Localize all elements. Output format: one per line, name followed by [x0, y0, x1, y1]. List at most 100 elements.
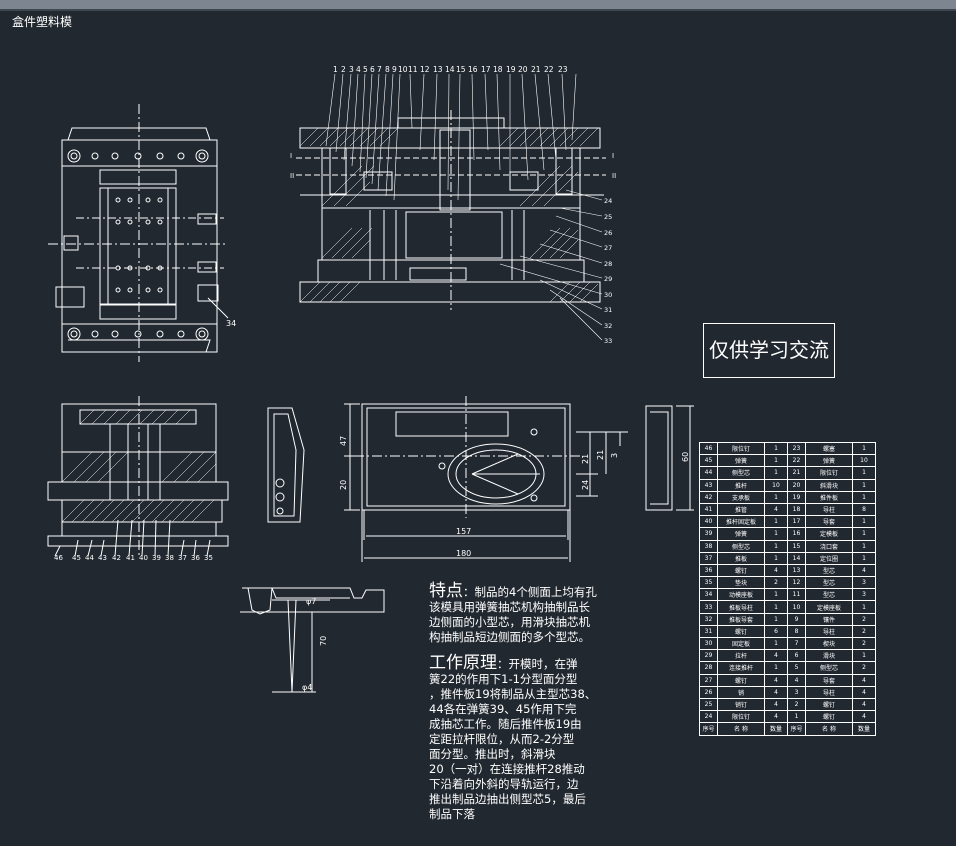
bom-cell: 4: [764, 710, 788, 724]
bom-cell: 34: [699, 588, 718, 602]
bom-cell: 定模座板: [805, 600, 853, 614]
balloon: 32: [604, 322, 612, 330]
bom-cell: 螺钉: [717, 563, 765, 578]
bom-cell: 8: [787, 624, 806, 639]
principle-note: 工作原理：开模时，在弹 簧22的作用下1-1分型面分型 ，推件板19将制品从主型…: [429, 655, 596, 822]
bom-cell: 螺钉: [717, 673, 765, 687]
bom-cell: 4: [787, 673, 806, 687]
bom-cell: 1: [764, 515, 788, 529]
bom-cell: 螺钉: [717, 624, 765, 639]
bom-cell: 30: [699, 636, 718, 651]
bom-cell: 支承板: [717, 490, 765, 504]
bom-cell: 序号: [699, 722, 718, 736]
bom-cell: 数量: [852, 722, 876, 736]
bom-cell: 3: [852, 588, 876, 602]
section-mark: I: [612, 152, 614, 160]
top-balloon-row: 1 2 3 4 5 6 7 8 9 10 11 12 13 14 15 16 1…: [333, 65, 568, 74]
balloon: 5: [363, 65, 368, 74]
bom-cell: 39: [699, 527, 718, 541]
bom-cell: 4: [852, 673, 876, 687]
bom-cell: 2: [852, 624, 876, 639]
bom-cell: 24: [699, 710, 718, 724]
bottom-balloon-row: 46 45 44 43 42 41 40 39 38 37 36 35: [54, 554, 213, 562]
bom-row: 42 支承板 1 19 推件板 1: [699, 490, 876, 504]
bom-cell: 4: [764, 673, 788, 687]
balloon: 35: [204, 554, 213, 562]
bom-cell: 36: [699, 563, 718, 578]
bill-of-materials: 46 限位钉 1 23 螺塞 1 45 弹簧 1 22 弹簧 10 44 侧型芯 1 21 限位钉 1 43 推杆 10…: [699, 441, 876, 736]
bom-cell: 1: [852, 551, 876, 565]
bom-cell: 21: [787, 466, 806, 480]
bom-cell: 推杆: [717, 478, 765, 492]
bom-cell: 2: [764, 576, 788, 590]
bom-cell: 推板导套: [717, 612, 765, 626]
bom-cell: 23: [787, 441, 806, 456]
balloon: 30: [604, 291, 612, 299]
bom-row: 24 限位钉 4 1 螺钉 4: [699, 710, 876, 724]
dimension: 157: [456, 527, 471, 536]
bom-cell: 37: [699, 551, 718, 565]
bom-cell: 17: [787, 515, 806, 529]
note-line: 面分型。推出时，斜滑块: [429, 747, 556, 761]
part-left-view: [267, 407, 305, 523]
bom-cell: 1: [852, 490, 876, 504]
bom-cell: 4: [852, 563, 876, 578]
balloon: 27: [604, 244, 612, 252]
bom-cell: 46: [699, 441, 718, 456]
bom-cell: 1: [764, 527, 788, 541]
bom-cell: 45: [699, 454, 718, 468]
bom-cell: 导柱: [805, 685, 853, 699]
note-line: 成抽芯工作。随后推件板19由: [429, 717, 582, 731]
bom-cell: 5: [787, 661, 806, 675]
bom-cell: 18: [787, 502, 806, 517]
balloon: 25: [604, 213, 612, 221]
bom-cell: 导柱: [805, 502, 853, 517]
bom-cell: 滑块: [805, 649, 853, 663]
bom-cell: 定模板: [805, 527, 853, 541]
bom-cell: 垫块: [717, 576, 765, 590]
dimension: 180: [456, 549, 471, 558]
bom-cell: 弹簧: [805, 454, 853, 468]
balloon: 41: [126, 554, 135, 562]
balloon: 21: [531, 65, 541, 74]
bom-cell: 3: [852, 576, 876, 590]
bom-cell: 42: [699, 490, 718, 504]
bom-cell: 31: [699, 624, 718, 639]
bom-cell: 40: [699, 515, 718, 529]
balloon: 3: [349, 65, 354, 74]
balloon: 12: [420, 65, 430, 74]
top-leader-lines: [325, 73, 603, 341]
section-mark: II: [290, 172, 294, 180]
bom-row: 34 动模座板 1 11 型芯 3: [699, 588, 876, 602]
bom-cell: 斜滑块: [805, 478, 853, 492]
bom-cell: 限位钉: [717, 710, 765, 724]
bom-cell: 限位钉: [805, 466, 853, 480]
dimension: 24: [581, 480, 590, 490]
bom-cell: 1: [764, 588, 788, 602]
bom-cell: 导套: [805, 515, 853, 529]
bom-cell: 销: [717, 685, 765, 699]
bom-cell: 13: [787, 563, 806, 578]
bom-row: 26 销 4 3 导柱 4: [699, 685, 876, 699]
note-line: 44各在弹簧39、45作用下完: [429, 702, 577, 716]
balloon: 1: [333, 65, 338, 74]
bom-cell: 型芯: [805, 588, 853, 602]
bom-cell: 38: [699, 539, 718, 553]
bom-row: 39 弹簧 1 16 定模板 1: [699, 527, 876, 541]
bom-cell: 1: [764, 454, 788, 468]
balloon: 11: [408, 65, 418, 74]
bom-cell: 4: [764, 697, 788, 712]
note-line: 该模具用弹簧抽芯机构抽制品长: [429, 600, 590, 614]
balloon: 42: [112, 554, 121, 562]
balloon: 36: [191, 554, 200, 562]
bom-cell: 数量: [764, 722, 788, 736]
bom-cell: 侧型芯: [717, 539, 765, 553]
bom-cell: 15: [787, 539, 806, 553]
bom-row: 27 螺钉 4 4 导套 4: [699, 673, 876, 687]
dimension: 60: [681, 452, 690, 462]
bom-cell: 16: [787, 527, 806, 541]
bom-cell: 27: [699, 673, 718, 687]
bom-cell: 1: [852, 441, 876, 456]
bom-cell: 销钉: [717, 697, 765, 712]
balloon: 31: [604, 306, 612, 314]
